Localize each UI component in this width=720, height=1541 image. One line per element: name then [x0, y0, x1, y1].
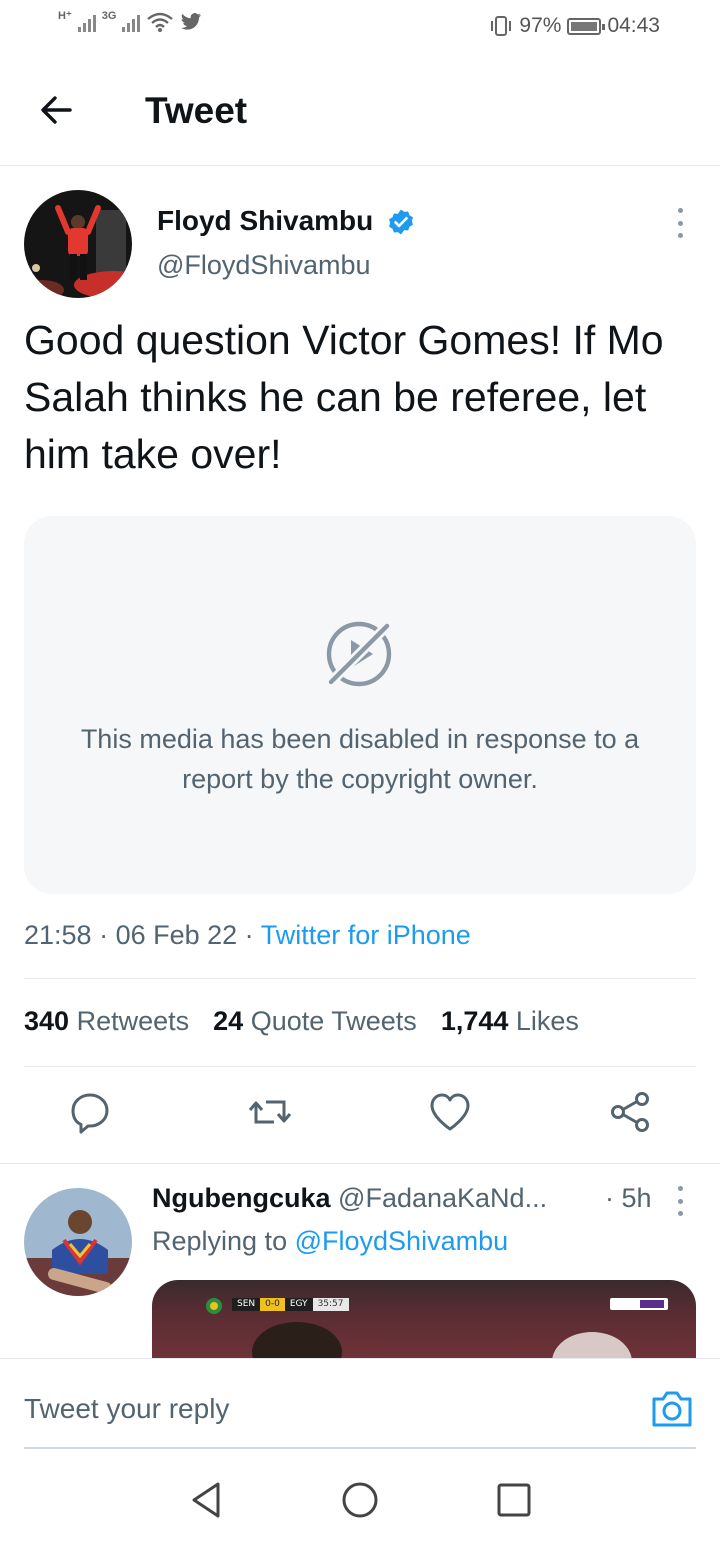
camera-icon[interactable]: [650, 1389, 694, 1429]
channel-logo: [610, 1298, 668, 1310]
scorebug-team-1: SEN: [232, 1298, 261, 1311]
share-icon[interactable]: [608, 1090, 652, 1134]
quotes-label: Quote Tweets: [250, 1006, 417, 1036]
media-disabled-icon: [325, 620, 393, 688]
divider: [24, 1066, 696, 1067]
vibrate-icon: [491, 16, 512, 36]
player-head-shape: [252, 1322, 342, 1358]
player-head-shape: [552, 1332, 632, 1358]
clock: 04:43: [607, 14, 660, 37]
media-disabled-message: This media has been disabled in response…: [80, 724, 640, 794]
quotes-stat[interactable]: 24 Quote Tweets: [213, 1006, 417, 1037]
author-handle[interactable]: @FloydShivambu: [157, 250, 371, 281]
scorebug: SEN 0-0 EGY 35:57: [232, 1298, 349, 1311]
status-right: 97% 04:43: [489, 14, 660, 38]
like-icon[interactable]: [428, 1090, 472, 1134]
reply-input[interactable]: Tweet your reply: [24, 1393, 229, 1425]
battery-fill: [571, 21, 597, 31]
status-left: H⁺ 3G: [58, 10, 202, 32]
divider: [24, 978, 696, 979]
twitter-bird-icon: [181, 13, 202, 30]
replying-to: Replying to @FloydShivambu: [152, 1226, 508, 1257]
signal-bars-2-icon: [122, 12, 141, 32]
page-title: Tweet: [145, 90, 248, 131]
caf-logo-icon: [206, 1298, 222, 1314]
divider: [0, 1163, 720, 1164]
likes-label: Likes: [515, 1006, 579, 1036]
reply-author-handle[interactable]: @FadanaKaNd...: [338, 1183, 547, 1213]
retweet-icon[interactable]: [248, 1090, 292, 1134]
meta-separator: ·: [237, 920, 261, 950]
replying-prefix: Replying to: [152, 1226, 288, 1256]
network-type-2: 3G: [101, 10, 117, 22]
app-header: Tweet: [0, 56, 720, 166]
scorebug-clock: 35:57: [312, 1298, 349, 1311]
reply-icon[interactable]: [68, 1090, 112, 1134]
reply-author-name[interactable]: Ngubengcuka: [152, 1183, 331, 1213]
likes-count: 1,744: [440, 1006, 509, 1036]
tweet-date: 06 Feb 22: [115, 920, 238, 950]
tweet-source-link[interactable]: Twitter for iPhone: [261, 920, 471, 950]
home-circle-icon[interactable]: [340, 1480, 380, 1520]
scorebug-score: 0-0: [260, 1298, 285, 1311]
wifi-icon: [147, 12, 174, 32]
status-bar: H⁺ 3G 97% 04:43: [0, 0, 720, 56]
reply-header: Ngubengcuka @FadanaKaNd...: [152, 1183, 622, 1214]
author-name[interactable]: Floyd Shivambu: [157, 205, 373, 237]
retweets-label: Retweets: [76, 1006, 190, 1036]
arrow-left-icon[interactable]: [36, 90, 76, 130]
replying-mention-link[interactable]: @FloydShivambu: [295, 1226, 509, 1256]
reply-media-thumbnail[interactable]: SEN 0-0 EGY 35:57: [152, 1280, 696, 1358]
tweet-meta: 21:58 · 06 Feb 22 · Twitter for iPhone: [24, 920, 471, 951]
network-type-1: H⁺: [58, 10, 72, 22]
media-disabled-box: This media has been disabled in response…: [24, 516, 696, 894]
reply-more-options-icon[interactable]: [670, 1186, 690, 1216]
likes-stat[interactable]: 1,744 Likes: [441, 1006, 579, 1037]
author-avatar[interactable]: [24, 190, 132, 298]
tweet-time: 21:58: [24, 920, 92, 950]
reply-author-avatar[interactable]: [24, 1188, 132, 1296]
retweets-stat[interactable]: 340 Retweets: [24, 1006, 189, 1037]
battery-percent: 97%: [519, 14, 562, 37]
more-options-icon[interactable]: [670, 208, 690, 238]
system-nav-bar: [0, 1450, 720, 1541]
tweet-text: Good question Victor Gomes! If Mo Salah …: [24, 317, 664, 477]
verified-badge-icon: [389, 209, 413, 235]
signal-bars-1-icon: [77, 12, 96, 32]
reply-composer: Tweet your reply: [0, 1358, 720, 1449]
battery-icon: [567, 17, 606, 35]
retweets-count: 340: [24, 1006, 70, 1036]
meta-separator: ·: [91, 920, 116, 950]
composer-underline: [24, 1447, 696, 1449]
back-triangle-icon[interactable]: [186, 1480, 226, 1520]
tweet-stats: 340 Retweets 24 Quote Tweets 1,744 Likes: [24, 1006, 579, 1037]
scorebug-team-2: EGY: [284, 1298, 313, 1311]
reply-time: · 5h: [605, 1183, 652, 1213]
quotes-count: 24: [213, 1006, 244, 1036]
recents-square-icon[interactable]: [494, 1480, 534, 1520]
tweet-actions: [0, 1090, 720, 1142]
